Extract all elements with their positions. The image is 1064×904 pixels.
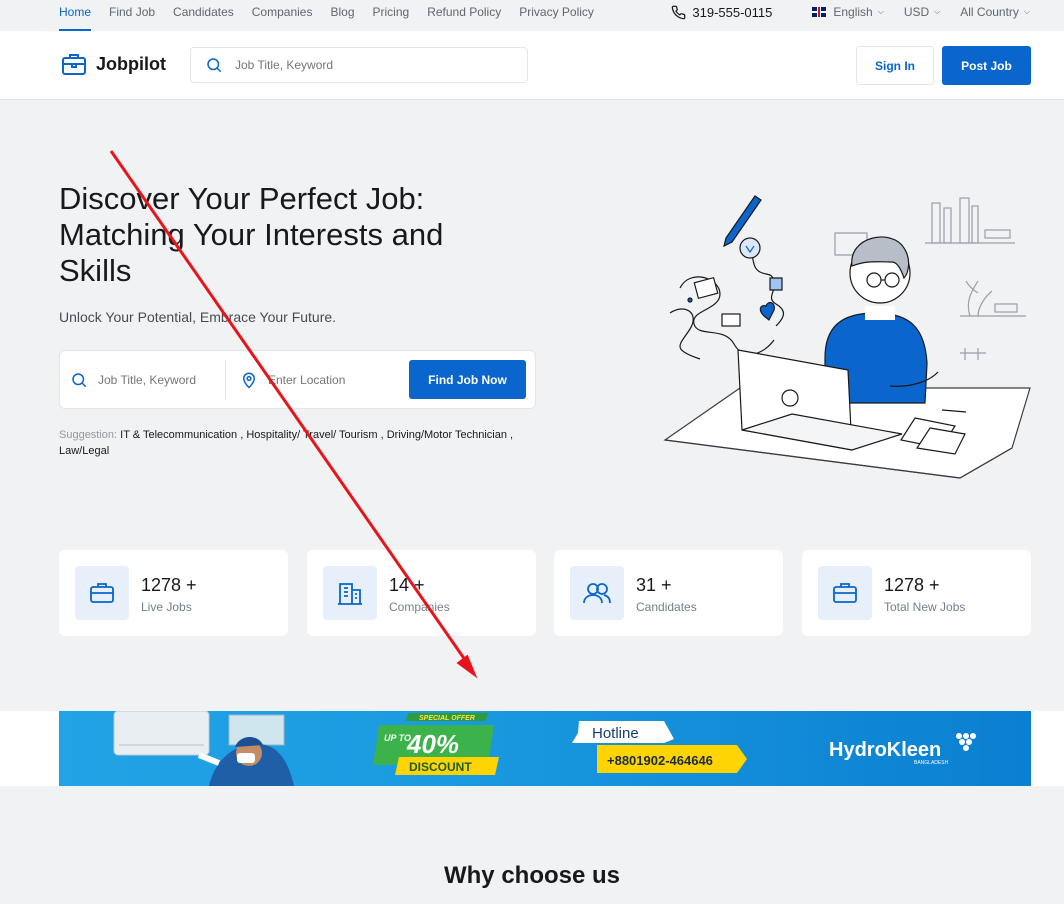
hotline-number: +8801902-464646 bbox=[607, 753, 713, 768]
stat-value: 1278 + bbox=[884, 575, 940, 595]
suggestion-it-telecom[interactable]: IT & Telecommunication bbox=[120, 429, 237, 441]
nav-refund-policy[interactable]: Refund Policy bbox=[427, 0, 501, 31]
search-suggestions: Suggestion: IT & Telecommunication , Hos… bbox=[59, 429, 514, 457]
header-search bbox=[190, 47, 528, 83]
nav-candidates[interactable]: Candidates bbox=[173, 0, 234, 31]
country-dropdown[interactable]: All Country ⌵ bbox=[960, 5, 1030, 19]
discount-text: DISCOUNT bbox=[409, 760, 472, 774]
post-job-button[interactable]: Post Job bbox=[942, 46, 1031, 85]
phone-contact[interactable]: 319-555-0115 bbox=[671, 5, 772, 20]
stat-value: 14 + bbox=[389, 575, 425, 595]
hero-search-box: Find Job Now bbox=[59, 350, 536, 409]
header-search-input[interactable] bbox=[235, 58, 515, 72]
search-icon bbox=[207, 58, 222, 73]
language-dropdown[interactable]: English ⌵ bbox=[812, 5, 884, 19]
section-title: Why choose us bbox=[443, 862, 621, 889]
keyword-field bbox=[70, 351, 226, 408]
phone-number: 319-555-0115 bbox=[692, 4, 773, 20]
nav-home[interactable]: Home bbox=[59, 0, 92, 31]
hero-subtitle: Unlock Your Potential, Embrace Your Futu… bbox=[59, 309, 337, 325]
country-label: All Country bbox=[960, 5, 1019, 19]
currency-dropdown[interactable]: USD ⌵ bbox=[904, 5, 940, 19]
uk-flag-icon bbox=[812, 7, 827, 17]
special-offer-text: SPECIAL OFFER bbox=[419, 715, 475, 722]
location-pin-icon bbox=[242, 372, 256, 389]
suggestion-driving[interactable]: Driving/Motor Technician bbox=[387, 429, 507, 441]
search-icon bbox=[72, 372, 87, 387]
pencil-graphic bbox=[669, 195, 785, 360]
briefcase-logo-icon bbox=[62, 54, 86, 75]
nav-find-job[interactable]: Find Job bbox=[109, 0, 155, 31]
keyword-input[interactable] bbox=[98, 372, 218, 387]
stat-label: Candidates bbox=[636, 600, 697, 614]
search-divider bbox=[225, 361, 226, 399]
nav-pricing[interactable]: Pricing bbox=[373, 0, 410, 31]
stat-label: Live Jobs bbox=[141, 600, 192, 614]
stat-value: 1278 + bbox=[141, 575, 197, 595]
stat-card-total-new-jobs[interactable]: 1278 + Total New Jobs bbox=[802, 550, 1031, 636]
location-field bbox=[240, 351, 400, 408]
users-icon bbox=[570, 566, 624, 620]
suggestion-label: Suggestion: bbox=[59, 429, 118, 441]
nav-companies[interactable]: Companies bbox=[252, 0, 313, 31]
currency-label: USD bbox=[903, 5, 930, 19]
phone-icon bbox=[672, 5, 686, 19]
stat-card-live-jobs[interactable]: 1278 + Live Jobs bbox=[59, 550, 288, 636]
top-bar: Home Find Job Candidates Companies Blog … bbox=[0, 0, 1064, 31]
nav-privacy-policy[interactable]: Privacy Policy bbox=[519, 0, 594, 31]
brand-dots-icon bbox=[956, 733, 976, 751]
brand-sub: BANGLADESH bbox=[914, 760, 949, 766]
find-job-button[interactable]: Find Job Now bbox=[409, 360, 526, 399]
chevron-down-icon: ⌵ bbox=[934, 7, 941, 16]
language-label: English bbox=[833, 5, 873, 19]
brand-name: HydroKleen bbox=[829, 739, 941, 761]
logo[interactable]: Jobpilot bbox=[61, 52, 166, 76]
briefcase-icon bbox=[818, 566, 872, 620]
stat-card-companies[interactable]: 14 + Companies bbox=[307, 550, 536, 636]
banner-artwork: SPECIAL OFFER UP TO 40% DISCOUNT Hotline… bbox=[113, 711, 976, 786]
stat-card-candidates[interactable]: 31 + Candidates bbox=[554, 550, 783, 636]
top-right-controls: 319-555-0115 English ⌵ USD ⌵ All Country… bbox=[671, 0, 1030, 24]
briefcase-icon bbox=[75, 566, 129, 620]
chevron-down-icon: ⌵ bbox=[1023, 7, 1030, 16]
chevron-down-icon: ⌵ bbox=[877, 7, 884, 16]
stat-value: 31 + bbox=[636, 575, 672, 595]
promo-banner[interactable]: SPECIAL OFFER UP TO 40% DISCOUNT Hotline… bbox=[59, 711, 1031, 786]
building-icon bbox=[323, 566, 377, 620]
main-header: Jobpilot Sign In Post Job bbox=[0, 31, 1064, 100]
hero-illustration bbox=[663, 195, 1031, 479]
suggestion-hospitality[interactable]: Hospitality/ Travel/ Tourism bbox=[246, 429, 377, 441]
percent-text: 40% bbox=[406, 729, 459, 759]
nav-blog[interactable]: Blog bbox=[330, 0, 354, 31]
stat-label: Total New Jobs bbox=[884, 600, 966, 614]
hotline-label: Hotline bbox=[592, 725, 639, 742]
logo-text: Jobpilot bbox=[96, 53, 166, 74]
top-nav: Home Find Job Candidates Companies Blog … bbox=[59, 0, 612, 31]
sign-in-button[interactable]: Sign In bbox=[856, 46, 934, 85]
hero-title: Discover Your Perfect Job: Matching Your… bbox=[59, 181, 444, 288]
suggestion-law[interactable]: Law/Legal bbox=[59, 445, 109, 457]
location-input[interactable] bbox=[268, 372, 398, 387]
stat-label: Companies bbox=[389, 600, 450, 614]
